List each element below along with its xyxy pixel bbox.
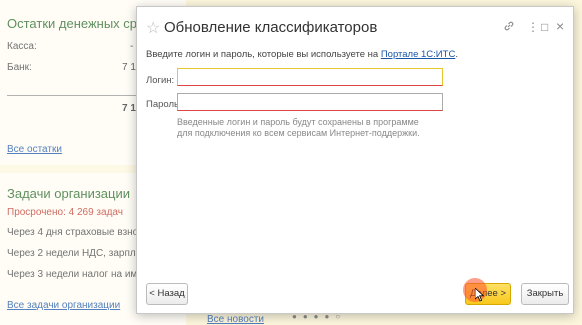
credentials-hint: Введенные логин и пароль будут сохранены… (177, 117, 420, 138)
more-menu-icon[interactable]: ⋮ (527, 20, 539, 34)
intro-text-body: Введите логин и пароль, которые вы испол… (146, 49, 381, 60)
close-button[interactable]: Закрыть (521, 283, 569, 305)
favorite-star-icon[interactable]: ☆ (146, 18, 160, 38)
password-input[interactable] (177, 93, 443, 111)
maximize-icon[interactable]: □ (541, 20, 548, 34)
back-button[interactable]: < Назад (146, 283, 188, 305)
login-label: Логин: (146, 75, 175, 86)
login-input[interactable] (177, 68, 443, 86)
link-icon[interactable] (503, 20, 515, 35)
dialog-title: Обновление классификаторов (164, 19, 378, 36)
its-portal-link[interactable]: Портале 1С:ИТС (381, 49, 455, 60)
mouse-pointer-icon (474, 287, 485, 305)
close-icon[interactable]: × (556, 18, 564, 34)
intro-text: Введите логин и пароль, которые вы испол… (146, 49, 458, 60)
update-classifiers-dialog: ☆ Обновление классификаторов ⋮ □ × Введи… (136, 6, 574, 314)
intro-text-end: . (455, 49, 458, 60)
